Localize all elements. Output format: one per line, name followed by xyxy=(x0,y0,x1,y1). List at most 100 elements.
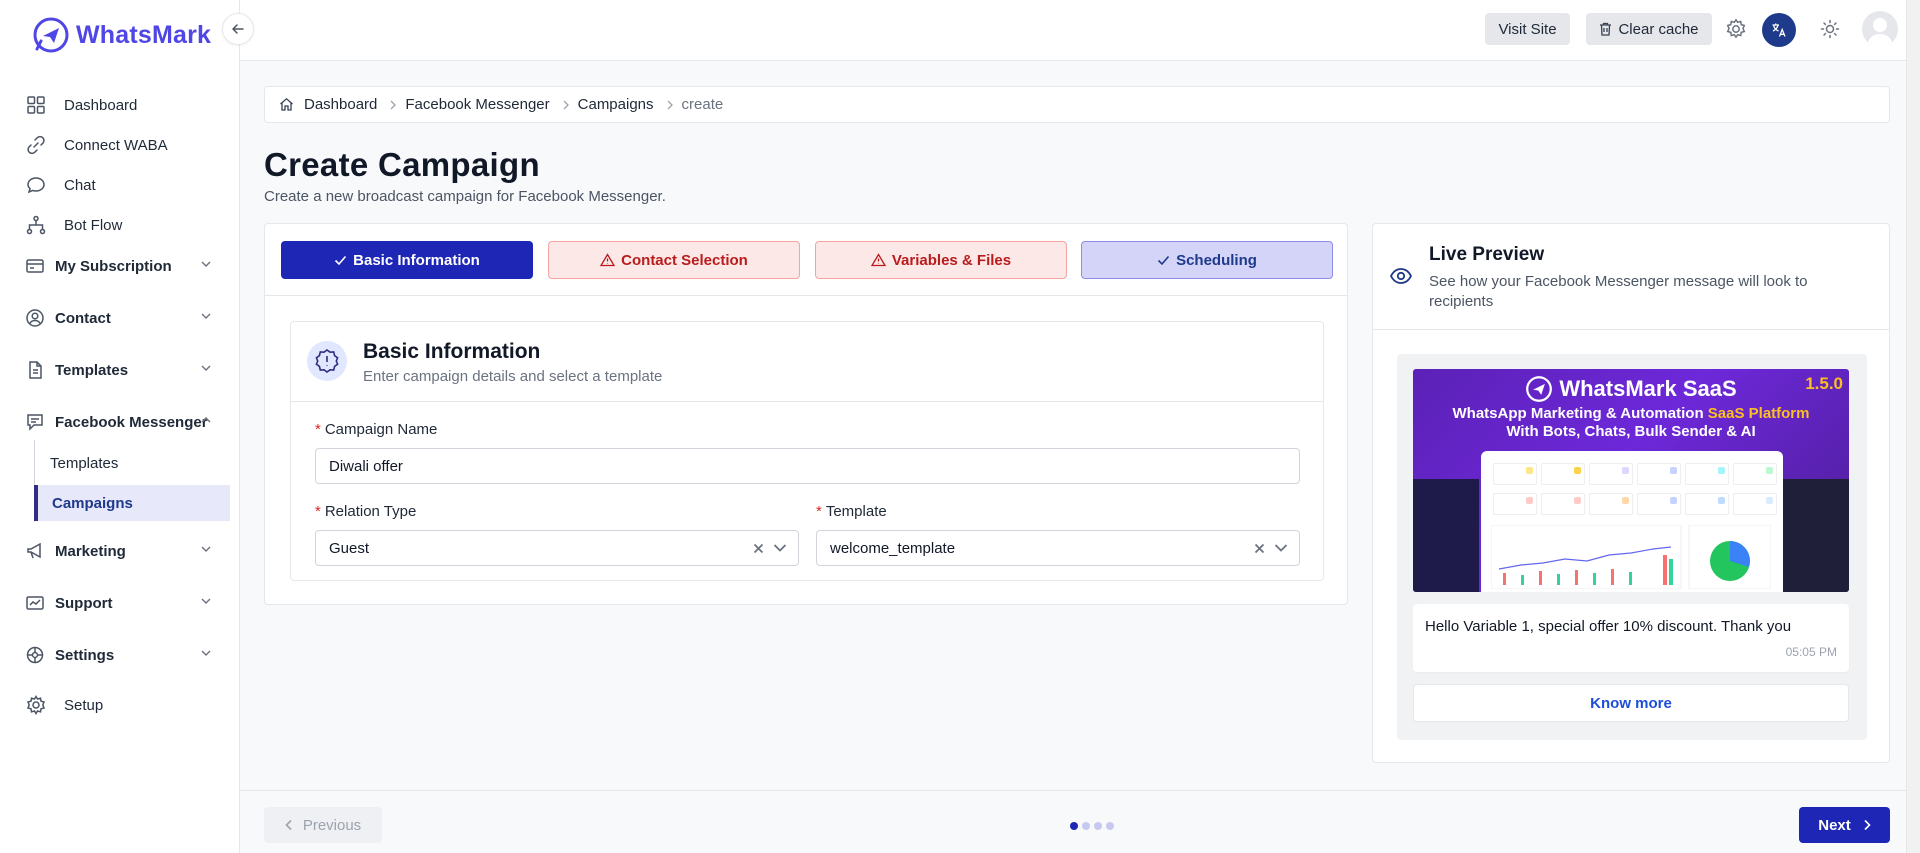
chevron-right-icon xyxy=(389,100,397,110)
check-icon xyxy=(334,255,347,266)
collapse-sidebar-button[interactable] xyxy=(222,13,254,45)
live-preview-card: Live Preview See how your Facebook Messe… xyxy=(1372,223,1890,763)
mock-stat xyxy=(1733,463,1777,485)
step-indicator xyxy=(1070,822,1114,830)
mock-stat xyxy=(1541,463,1585,485)
chevron-down-icon xyxy=(200,543,212,555)
mock-stat xyxy=(1589,493,1633,515)
label-text: Relation Type xyxy=(324,503,417,520)
banner-brand-text: WhatsMark SaaS xyxy=(1559,376,1737,401)
sidebar-item-label: Dashboard xyxy=(64,96,138,114)
sidebar-item-connect-waba[interactable]: Connect WABA xyxy=(24,127,220,163)
sidebar-subitem-templates[interactable]: Templates xyxy=(34,445,230,481)
label-text: Campaign Name xyxy=(324,421,438,438)
step-dot[interactable] xyxy=(1082,822,1090,830)
relation-type-select[interactable]: Guest xyxy=(315,530,799,566)
banner-tagline-2: With Bots, Chats, Bulk Sender & AI xyxy=(1506,423,1756,440)
clear-x-icon[interactable] xyxy=(753,543,764,554)
divider xyxy=(1373,329,1889,330)
info-badge-icon xyxy=(307,341,347,381)
sidebar-subitem-campaigns[interactable]: Campaigns xyxy=(34,485,230,521)
mock-stat xyxy=(1493,493,1537,515)
gear-icon xyxy=(24,643,46,667)
sidebar-item-my-subscription[interactable]: My Subscription xyxy=(24,248,220,284)
chevron-down-icon[interactable] xyxy=(772,540,788,556)
sidebar-item-dashboard[interactable]: Dashboard xyxy=(24,87,220,123)
app-name: WhatsMark xyxy=(76,20,212,49)
step-dot[interactable] xyxy=(1070,822,1078,830)
step-variables-files[interactable]: Variables & Files xyxy=(815,241,1067,279)
campaign-name-input[interactable]: Diwali offer xyxy=(315,448,1300,484)
megaphone-icon xyxy=(24,539,46,563)
know-more-button[interactable]: Know more xyxy=(1413,684,1849,722)
chevron-down-icon xyxy=(200,647,212,659)
banner-tagline-b: SaaS Platform xyxy=(1707,405,1810,422)
warning-triangle-icon xyxy=(870,253,886,267)
wizard-footer: Previous Next xyxy=(240,790,1906,853)
sidebar-item-templates[interactable]: Templates xyxy=(24,352,220,388)
chevron-left-icon xyxy=(285,819,293,831)
sun-icon xyxy=(1820,19,1840,39)
previous-button[interactable]: Previous xyxy=(264,807,382,843)
step-contact-selection[interactable]: Contact Selection xyxy=(548,241,800,279)
sidebar-item-marketing[interactable]: Marketing xyxy=(24,533,220,569)
trash-icon xyxy=(1599,22,1612,36)
page-title: Create Campaign xyxy=(264,146,540,183)
input-value: Diwali offer xyxy=(329,457,403,475)
header-image: 1.5.0 WhatsMark SaaS WhatsApp Marketing … xyxy=(1413,369,1849,592)
breadcrumb-dashboard[interactable]: Dashboard xyxy=(304,96,377,113)
sidebar-item-label: Chat xyxy=(64,176,96,194)
sidebar-item-facebook-messenger[interactable]: Facebook Messenger xyxy=(24,404,220,440)
breadcrumb: Dashboard Facebook Messenger Campaigns c… xyxy=(264,86,1890,123)
sidebar-item-settings[interactable]: Settings xyxy=(24,637,220,673)
step-label: Contact Selection xyxy=(621,251,748,269)
chat-bubble-icon xyxy=(24,173,48,197)
banner-brand: WhatsMark SaaS xyxy=(1413,375,1849,403)
chevron-down-icon xyxy=(200,310,212,322)
theme-toggle-button[interactable] xyxy=(1815,14,1845,44)
clear-x-icon[interactable] xyxy=(1254,543,1265,554)
mock-stat xyxy=(1685,463,1729,485)
breadcrumb-facebook-messenger[interactable]: Facebook Messenger xyxy=(405,96,549,113)
next-button[interactable]: Next xyxy=(1799,807,1890,843)
select-controls xyxy=(1254,540,1289,556)
app-logo[interactable]: WhatsMark xyxy=(32,16,211,54)
language-button[interactable] xyxy=(1762,13,1796,47)
sidebar-subitem-label: Templates xyxy=(50,454,119,472)
section-subtitle: Enter campaign details and select a temp… xyxy=(363,368,663,385)
chevron-up-icon xyxy=(200,414,212,426)
banner-tagline-a: WhatsApp Marketing & Automation xyxy=(1452,405,1708,422)
mock-stat xyxy=(1589,463,1633,485)
step-dot[interactable] xyxy=(1106,822,1114,830)
template-label: * Template xyxy=(816,503,887,520)
next-label: Next xyxy=(1818,816,1851,834)
sidebar-item-chat[interactable]: Chat xyxy=(24,167,220,203)
sidebar-item-setup[interactable]: Setup xyxy=(24,687,220,723)
step-basic-information[interactable]: Basic Information xyxy=(281,241,533,279)
sidebar-item-contact[interactable]: Contact xyxy=(24,300,220,336)
template-select[interactable]: welcome_template xyxy=(816,530,1300,566)
settings-gear-button[interactable] xyxy=(1721,14,1751,44)
user-avatar[interactable] xyxy=(1862,11,1898,47)
clear-cache-label: Clear cache xyxy=(1618,20,1699,38)
home-icon[interactable] xyxy=(279,97,294,112)
sidebar-item-support[interactable]: Support xyxy=(24,585,220,621)
chevron-down-icon[interactable] xyxy=(1273,540,1289,556)
chevron-down-icon xyxy=(200,258,212,270)
breadcrumb-campaigns[interactable]: Campaigns xyxy=(578,96,654,113)
banner-side-panel xyxy=(1413,479,1479,592)
step-scheduling[interactable]: Scheduling xyxy=(1081,241,1333,279)
clear-cache-button[interactable]: Clear cache xyxy=(1586,13,1712,45)
visit-site-button[interactable]: Visit Site xyxy=(1485,13,1570,45)
breadcrumb-create: create xyxy=(681,96,724,113)
required-mark: * xyxy=(315,421,321,438)
sidebar-item-bot-flow[interactable]: Bot Flow xyxy=(24,207,220,243)
logo-icon xyxy=(32,16,70,54)
chevron-down-icon xyxy=(200,595,212,607)
preview-title: Live Preview xyxy=(1429,244,1545,265)
user-circle-icon xyxy=(24,306,46,330)
select-controls xyxy=(753,540,788,556)
messenger-icon xyxy=(24,410,46,434)
step-dot[interactable] xyxy=(1094,822,1102,830)
page-scrollbar[interactable] xyxy=(1906,0,1920,853)
